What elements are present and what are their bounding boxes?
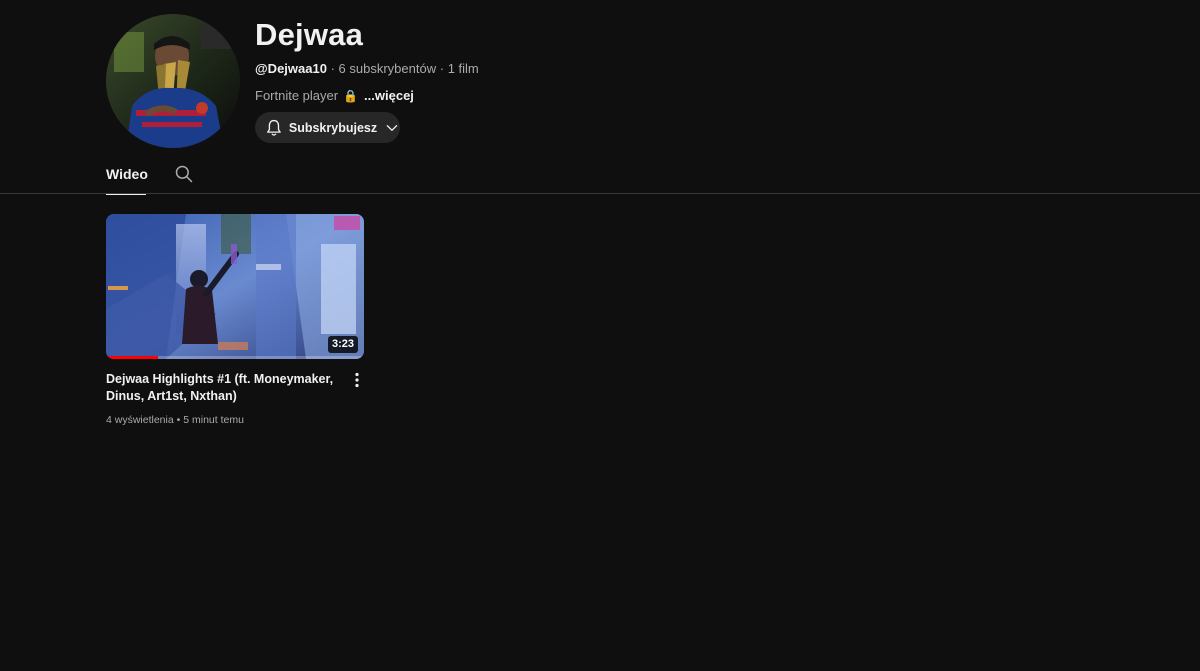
channel-header: Dejwaa @Dejwaa10 · 6 subskrybentów · 1 f…	[106, 14, 1106, 154]
search-icon[interactable]	[174, 164, 194, 184]
meta-separator: ·	[330, 61, 335, 76]
view-count: 4 wyświetlenia	[106, 414, 174, 426]
subscriber-count: 6 subskrybentów	[338, 61, 437, 76]
channel-description[interactable]: Fortnite player 🔒 ...więcej	[255, 87, 479, 105]
channel-handle: @Dejwaa10	[255, 61, 327, 76]
bell-icon	[267, 119, 281, 136]
watch-progress-fill	[106, 356, 158, 359]
video-count: 1 film	[447, 61, 479, 76]
channel-meta: @Dejwaa10 · 6 subskrybentów · 1 film	[255, 60, 479, 78]
lock-emoji-icon: 🔒	[343, 89, 359, 103]
video-duration: 3:23	[327, 336, 358, 353]
subscribed-label: Subskrybujesz	[288, 120, 378, 135]
meta-separator: •	[176, 414, 181, 426]
subscribed-button[interactable]: Subskrybujesz	[255, 112, 400, 143]
thumbnail-image	[106, 214, 364, 359]
meta-separator: ·	[439, 61, 445, 76]
more-vertical-icon[interactable]	[350, 371, 364, 389]
description-text: Fortnite player	[255, 88, 339, 103]
avatar-image	[106, 14, 240, 148]
channel-tabs: Wideo	[106, 158, 194, 195]
channel-avatar[interactable]	[106, 14, 240, 148]
video-meta: 4 wyświetlenia • 5 minut temu	[106, 413, 338, 427]
tabs-divider	[0, 193, 1200, 194]
video-card[interactable]: 3:23 Dejwaa Highlights #1 (ft. Moneymake…	[106, 214, 364, 427]
chevron-down-icon	[386, 124, 398, 131]
video-thumbnail[interactable]: 3:23	[106, 214, 364, 359]
video-title[interactable]: Dejwaa Highlights #1 (ft. Moneymaker, Di…	[106, 371, 338, 405]
video-details: Dejwaa Highlights #1 (ft. Moneymaker, Di…	[106, 371, 364, 427]
channel-info: Dejwaa @Dejwaa10 · 6 subskrybentów · 1 f…	[255, 14, 479, 105]
upload-age: 5 minut temu	[183, 414, 244, 426]
channel-name: Dejwaa	[255, 17, 364, 52]
tab-videos[interactable]: Wideo	[106, 158, 148, 195]
more-link[interactable]: ...więcej	[364, 87, 414, 105]
watch-progress-bar	[106, 356, 364, 359]
